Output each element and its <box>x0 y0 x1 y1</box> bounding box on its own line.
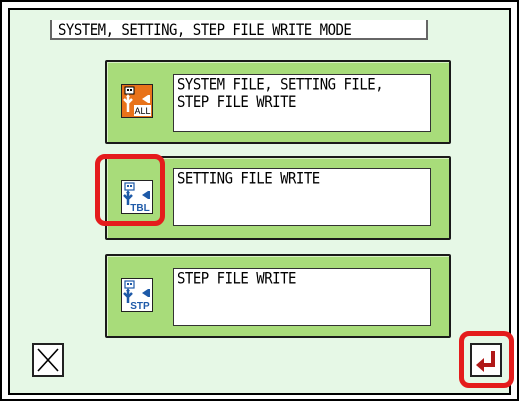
option-label-box: SYSTEM FILE, SETTING FILE, STEP FILE WRI… <box>173 74 431 132</box>
option-label: STEP FILE WRITE <box>177 269 296 289</box>
enter-return-icon <box>476 351 495 372</box>
option-label: SYSTEM FILE, SETTING FILE, STEP FILE WRI… <box>177 75 384 112</box>
close-icon <box>37 348 59 372</box>
option-label: SETTING FILE WRITE <box>177 169 320 189</box>
usb-all-write-icon: ALL <box>121 84 153 118</box>
screen-frame: SYSTEM, SETTING, STEP FILE WRITE MODE AL… <box>0 0 519 401</box>
usb-tbl-write-icon: TBL <box>121 180 153 214</box>
usb-stp-write-icon: STP <box>121 278 153 312</box>
enter-button[interactable] <box>470 343 502 377</box>
option-label-box: STEP FILE WRITE <box>173 268 431 326</box>
option-label-box: SETTING FILE WRITE <box>173 168 431 226</box>
setting-file-write-button[interactable]: TBL SETTING FILE WRITE <box>105 156 451 240</box>
icon-label-stp: STP <box>130 301 150 311</box>
page-title: SYSTEM, SETTING, STEP FILE WRITE MODE <box>58 21 352 40</box>
step-file-write-button[interactable]: STP STEP FILE WRITE <box>105 254 451 338</box>
page-title-box: SYSTEM, SETTING, STEP FILE WRITE MODE <box>50 20 428 40</box>
cancel-button[interactable] <box>32 343 64 377</box>
icon-label-all: ALL <box>134 106 150 116</box>
mode-panel: SYSTEM, SETTING, STEP FILE WRITE MODE AL… <box>8 8 511 395</box>
icon-label-tbl: TBL <box>130 203 149 213</box>
system-setting-step-write-button[interactable]: ALL SYSTEM FILE, SETTING FILE, STEP FILE… <box>105 60 451 144</box>
